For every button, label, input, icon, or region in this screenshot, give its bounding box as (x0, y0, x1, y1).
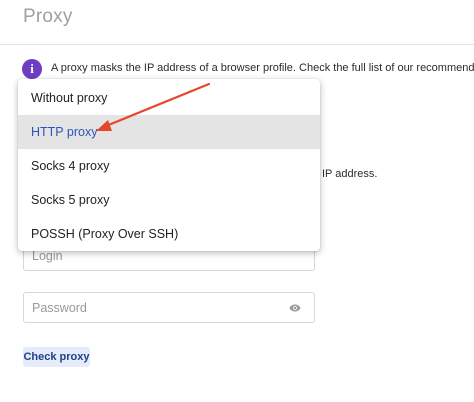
info-text: A proxy masks the IP address of a browse… (51, 62, 474, 74)
eye-icon[interactable] (289, 303, 301, 313)
dropdown-option-http-proxy[interactable]: HTTP proxy (18, 115, 320, 149)
password-input[interactable] (24, 293, 314, 322)
header-divider (0, 44, 474, 45)
dropdown-option-socks5-proxy[interactable]: Socks 5 proxy (18, 183, 320, 217)
proxy-type-dropdown[interactable]: Without proxy HTTP proxy Socks 4 proxy S… (18, 79, 320, 251)
info-icon: i (22, 59, 42, 79)
dropdown-option-socks4-proxy[interactable]: Socks 4 proxy (18, 149, 320, 183)
password-field[interactable] (23, 292, 315, 323)
page-title: Proxy (23, 6, 73, 27)
dropdown-option-possh[interactable]: POSSH (Proxy Over SSH) (18, 217, 320, 251)
info-text-continuation: IP address. (322, 168, 378, 180)
check-proxy-button[interactable]: Check proxy (23, 347, 90, 367)
dropdown-option-without-proxy[interactable]: Without proxy (18, 81, 320, 115)
info-row: i A proxy masks the IP address of a brow… (22, 59, 474, 81)
